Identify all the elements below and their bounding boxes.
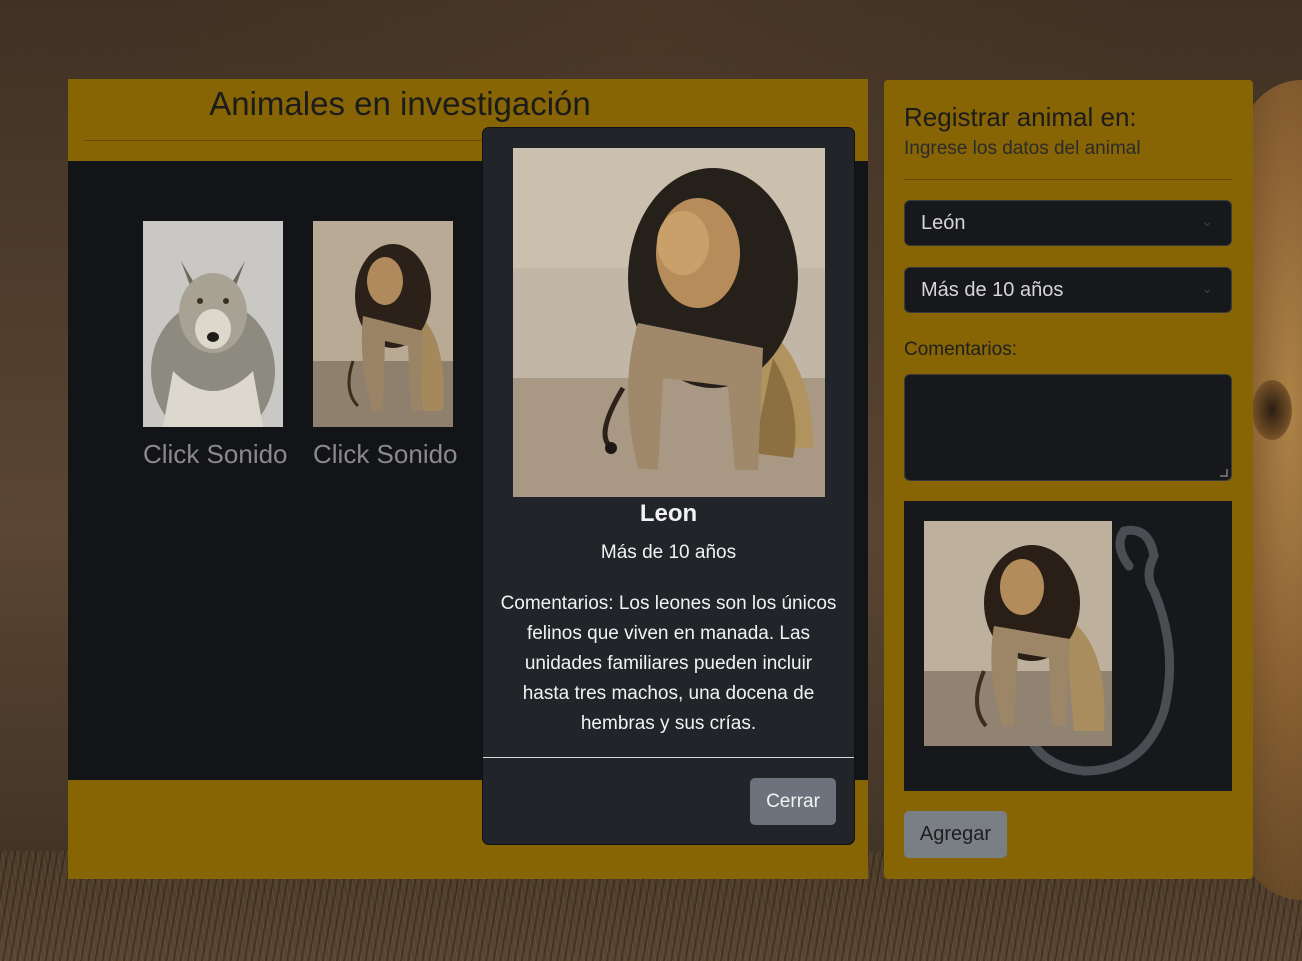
chevron-down-icon: ⌄ bbox=[1201, 280, 1213, 296]
animal-select-value: León bbox=[921, 212, 966, 234]
lion-photo[interactable] bbox=[313, 221, 453, 427]
age-select[interactable]: Más de 10 años ⌄ bbox=[904, 267, 1232, 313]
card-caption[interactable]: Click Sonido bbox=[143, 439, 288, 470]
modal-animal-comment: Comentarios: Los leones son los únicos f… bbox=[500, 593, 837, 734]
close-button[interactable]: Cerrar bbox=[750, 778, 836, 825]
animal-detail-modal: Leon Más de 10 años Comentarios: Los leo… bbox=[482, 127, 855, 845]
register-subtitle: Ingrese los datos del animal bbox=[904, 138, 1141, 159]
preview-lion-photo bbox=[924, 521, 1112, 746]
animal-preview bbox=[904, 501, 1232, 791]
comments-textarea[interactable] bbox=[904, 374, 1232, 481]
animal-card-lion[interactable]: Click Sonido bbox=[313, 221, 458, 470]
background-lion-eye bbox=[1252, 380, 1292, 440]
animal-select[interactable]: León ⌄ bbox=[904, 200, 1232, 246]
gallery-title: Animales en investigación bbox=[209, 85, 591, 122]
add-button[interactable]: Agregar bbox=[904, 811, 1007, 858]
animal-card-wolf[interactable]: Click Sonido bbox=[143, 221, 288, 470]
register-panel: Registrar animal en: Ingrese los datos d… bbox=[884, 80, 1253, 879]
modal-footer-divider bbox=[483, 757, 854, 758]
wolf-photo[interactable] bbox=[143, 221, 283, 427]
modal-animal-name: Leon bbox=[639, 500, 698, 527]
age-select-value: Más de 10 años bbox=[921, 279, 1064, 301]
register-divider bbox=[904, 179, 1232, 180]
comments-label: Comentarios: bbox=[904, 339, 1017, 360]
resize-handle[interactable] bbox=[1220, 469, 1228, 477]
chevron-down-icon: ⌄ bbox=[1201, 213, 1213, 229]
register-title: Registrar animal en: bbox=[904, 102, 1137, 132]
card-caption[interactable]: Click Sonido bbox=[313, 439, 458, 470]
modal-lion-photo bbox=[513, 148, 825, 497]
modal-animal-age: Más de 10 años bbox=[600, 542, 737, 563]
